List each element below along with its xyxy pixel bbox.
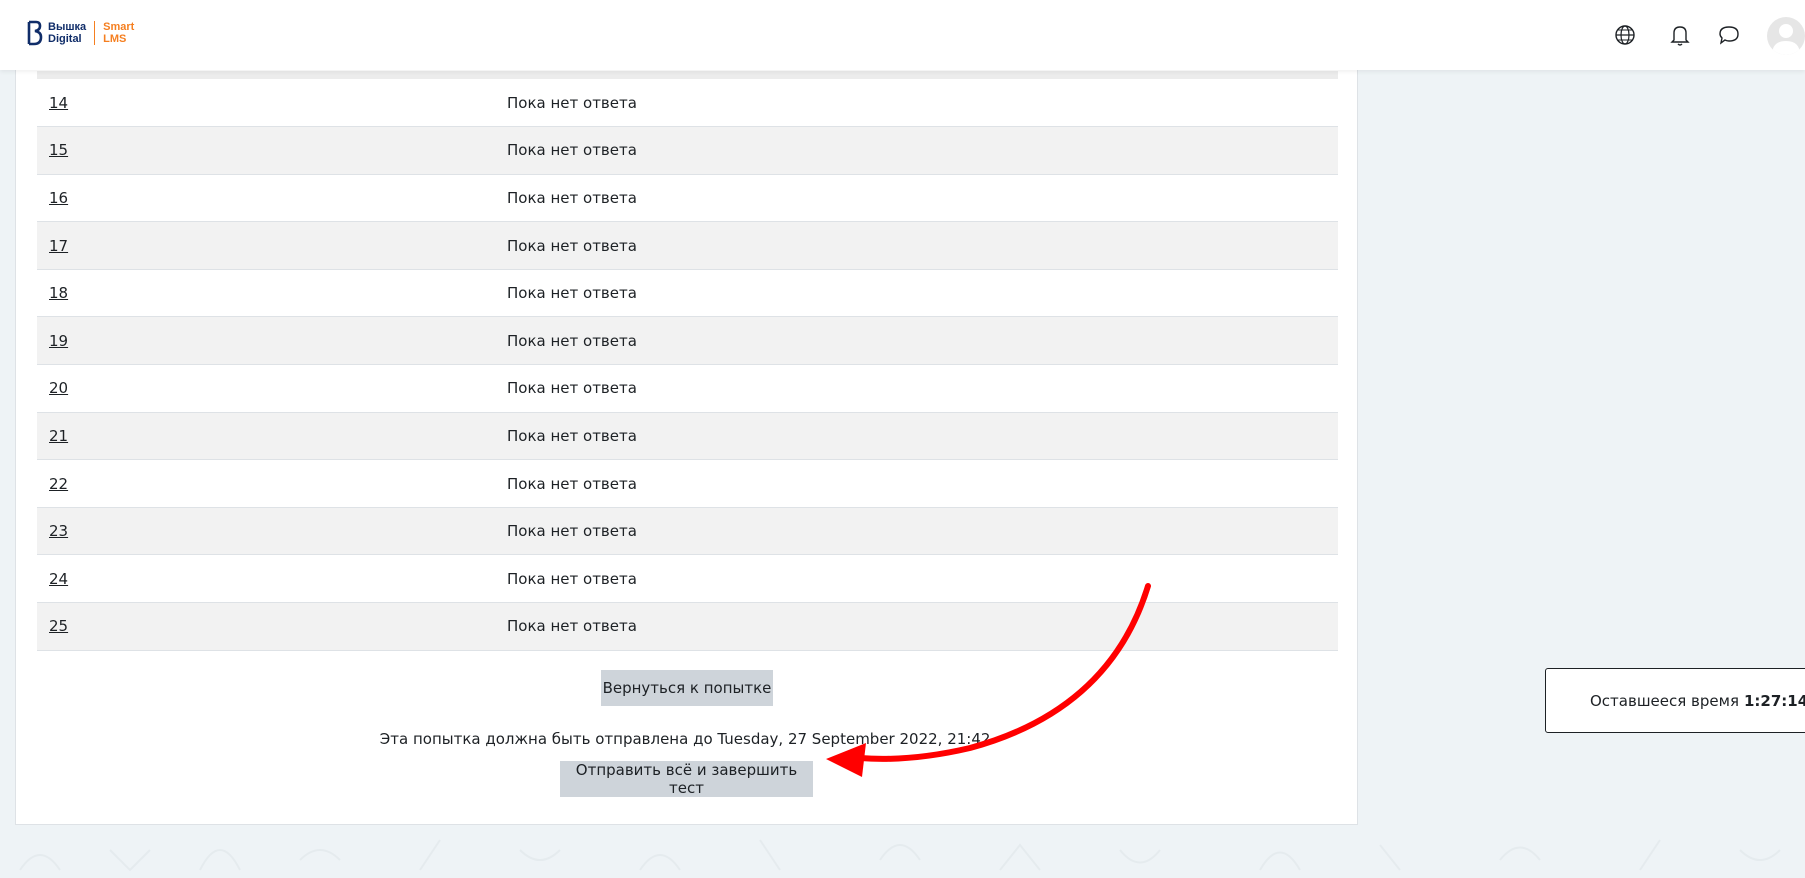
- question-number-cell: 25: [37, 602, 507, 651]
- table-row: 24 Пока нет ответа: [37, 554, 1338, 604]
- question-status-cell: Пока нет ответа: [507, 221, 1338, 270]
- question-link[interactable]: 19: [49, 332, 68, 350]
- question-number-cell: 16: [37, 174, 507, 223]
- question-link[interactable]: 14: [49, 94, 68, 112]
- question-status-cell: Пока нет ответа: [507, 554, 1338, 604]
- chat-icon[interactable]: [1716, 22, 1742, 48]
- question-status-cell: Пока нет ответа: [507, 412, 1338, 461]
- bell-icon[interactable]: [1667, 22, 1693, 48]
- question-status-cell: Пока нет ответа: [507, 364, 1338, 413]
- globe-icon[interactable]: [1612, 22, 1638, 48]
- logo-text-brand: Smart LMS: [103, 21, 134, 45]
- deadline-text: Эта попытка должна быть отправлена до Tu…: [379, 730, 996, 748]
- timer-value: 1:27:14: [1743, 691, 1805, 710]
- question-number-cell: 21: [37, 412, 507, 461]
- question-number-cell: 20: [37, 364, 507, 413]
- logo-line1: Вышка: [48, 21, 87, 33]
- logo-line2: Digital: [48, 33, 82, 45]
- question-link[interactable]: 15: [49, 141, 68, 159]
- question-number-cell: 14: [37, 79, 507, 128]
- table-row: 19 Пока нет ответа: [37, 316, 1338, 366]
- question-number-cell: 17: [37, 221, 507, 270]
- timer-label: Оставшееся время: [1590, 691, 1739, 710]
- table-row: 17 Пока нет ответа: [37, 221, 1338, 270]
- question-number-cell: 15: [37, 126, 507, 175]
- question-status-cell: Пока нет ответа: [507, 507, 1338, 556]
- question-number-cell: 18: [37, 269, 507, 318]
- logo-brand1: Smart: [103, 21, 135, 33]
- question-link[interactable]: 20: [49, 379, 68, 397]
- table-row: 15 Пока нет ответа: [37, 126, 1338, 175]
- question-status-cell: Пока нет ответа: [507, 316, 1338, 366]
- question-link[interactable]: 16: [49, 189, 68, 207]
- user-avatar-icon: [1772, 24, 1800, 55]
- question-link[interactable]: 24: [49, 570, 68, 588]
- question-link[interactable]: 21: [49, 427, 68, 445]
- hse-logo-icon: [27, 20, 43, 46]
- table-row: 21 Пока нет ответа: [37, 412, 1338, 461]
- table-row: 25 Пока нет ответа: [37, 602, 1338, 651]
- table-row: 18 Пока нет ответа: [37, 269, 1338, 318]
- logo-text-main: Вышка Digital: [48, 21, 86, 45]
- logo-brand2: LMS: [103, 33, 127, 45]
- background-doodle-pattern: [19, 839, 1781, 872]
- submit-all-and-finish-button[interactable]: Отправить всё и завершить тест: [560, 761, 813, 797]
- question-status-cell: Пока нет ответа: [507, 79, 1338, 128]
- logo-separator: [94, 21, 96, 45]
- question-link[interactable]: 18: [49, 284, 68, 302]
- question-link[interactable]: 23: [49, 522, 68, 540]
- question-number-cell: 22: [37, 459, 507, 508]
- question-number-cell: 24: [37, 554, 507, 604]
- attempt-summary-table: 14 Пока нет ответа 15 Пока нет ответа 16 Пока…: [37, 79, 1338, 651]
- top-navbar: Вышка Digital Smart LMS: [0, 0, 1805, 70]
- table-row: 20 Пока нет ответа: [37, 364, 1338, 413]
- previous-row-partial: [37, 71, 1338, 79]
- question-number-cell: 19: [37, 316, 507, 366]
- return-to-attempt-button[interactable]: Вернуться к попытке: [601, 670, 773, 706]
- question-link[interactable]: 22: [49, 475, 68, 493]
- table-row: 14 Пока нет ответа: [37, 79, 1338, 128]
- table-row: 22 Пока нет ответа: [37, 459, 1338, 508]
- logo[interactable]: Вышка Digital Smart LMS: [26, 20, 134, 46]
- attempt-summary-card: 14 Пока нет ответа 15 Пока нет ответа 16 Пока…: [15, 62, 1358, 825]
- table-row: 23 Пока нет ответа: [37, 507, 1338, 556]
- user-avatar[interactable]: [1767, 17, 1805, 55]
- question-number-cell: 23: [37, 507, 507, 556]
- question-status-cell: Пока нет ответа: [507, 174, 1338, 223]
- time-remaining-box: Оставшееся время 1:27:14: [1545, 668, 1805, 733]
- question-status-cell: Пока нет ответа: [507, 126, 1338, 175]
- question-link[interactable]: 17: [49, 237, 68, 255]
- question-status-cell: Пока нет ответа: [507, 459, 1338, 508]
- question-status-cell: Пока нет ответа: [507, 269, 1338, 318]
- question-link[interactable]: 25: [49, 617, 68, 635]
- question-status-cell: Пока нет ответа: [507, 602, 1338, 651]
- table-row: 16 Пока нет ответа: [37, 174, 1338, 223]
